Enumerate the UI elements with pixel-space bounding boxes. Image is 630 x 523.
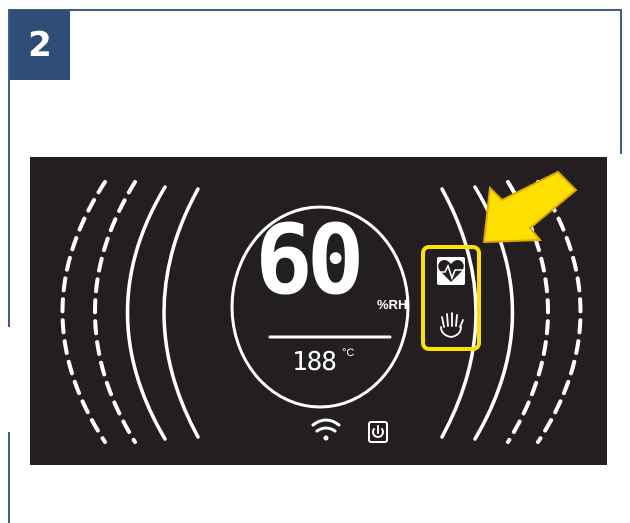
step-number: 2 [28,25,52,65]
wifi-icon[interactable] [311,418,341,441]
temperature-readout: 188 [292,347,337,377]
step-badge: 2 [10,10,70,80]
arrow-icon [482,170,578,244]
humidity-readout: 60 [255,204,365,316]
mode-icons-highlight-box [421,245,481,351]
frame-top-line [10,9,622,11]
power-icon[interactable] [368,421,388,443]
left-arc-solid-inner [162,187,200,439]
frame-lower-left-line [8,432,10,523]
humidity-unit-label: %RH [377,297,408,312]
frame-right-line [620,9,622,154]
temperature-unit-label: °C [342,347,355,359]
left-arc-solid-outer [125,185,167,441]
left-arc-dashed-outer [60,180,107,444]
